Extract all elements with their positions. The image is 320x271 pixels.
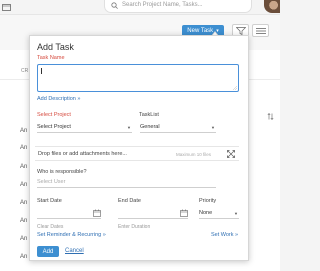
priority-select-value: None xyxy=(199,210,213,216)
list-item[interactable]: An xyxy=(20,164,27,170)
new-task-label: New Task xyxy=(187,28,214,34)
start-date-input[interactable] xyxy=(37,208,101,219)
priority-select[interactable]: None ▼ xyxy=(199,208,239,219)
set-work-link[interactable]: Set Work » xyxy=(211,232,238,238)
filter-icon xyxy=(236,27,246,35)
list-item[interactable]: An xyxy=(20,128,27,134)
tasklist-select[interactable]: General ▼ xyxy=(140,122,216,133)
start-date-label: Start Date xyxy=(37,198,62,204)
project-select-value: Select Project xyxy=(37,124,71,130)
search-box[interactable]: Search Project Name, Tasks... xyxy=(104,0,252,13)
list-view-icon xyxy=(256,28,266,34)
add-task-dialog: Add Task Task Name Add Description » Sel… xyxy=(29,35,249,261)
avatar[interactable] xyxy=(264,0,280,13)
dialog-title: Add Task xyxy=(37,42,74,52)
priority-label: Priority xyxy=(199,198,217,204)
list-item[interactable]: An xyxy=(20,182,27,188)
view-menu-button[interactable] xyxy=(252,24,269,37)
calendar-icon[interactable] xyxy=(93,209,101,217)
folder-icon[interactable] xyxy=(2,3,11,12)
tasklist-select-value: General xyxy=(140,124,160,130)
attachment-max: Maximum 10 files xyxy=(176,152,212,157)
list-item[interactable]: An xyxy=(20,145,27,151)
add-description-link[interactable]: Add Description » xyxy=(37,96,80,102)
end-date-input[interactable] xyxy=(118,208,188,219)
list-item[interactable]: An xyxy=(20,218,27,224)
list-item[interactable]: An xyxy=(20,254,27,260)
tasklist-label: TaskList xyxy=(139,112,159,118)
chevron-down-icon: ▼ xyxy=(211,125,215,130)
select-project-label: Select Project xyxy=(37,112,71,118)
cancel-link[interactable]: Cancel xyxy=(65,248,84,254)
attachment-text: Drop files or add attachments here... xyxy=(38,151,127,157)
list-item[interactable]: An xyxy=(20,200,27,206)
project-select[interactable]: Select Project ▼ xyxy=(37,122,132,133)
task-name-label: Task Name xyxy=(37,55,65,61)
calendar-icon[interactable] xyxy=(180,209,188,217)
column-label-left: CR xyxy=(21,68,29,74)
responsible-label: Who is responsible? xyxy=(37,169,87,175)
set-reminder-link[interactable]: Set Reminder & Recurring » xyxy=(37,232,106,238)
attachment-dropzone[interactable]: Drop files or add attachments here... Ma… xyxy=(35,146,239,161)
text-cursor xyxy=(41,68,42,74)
sort-icon[interactable] xyxy=(267,113,274,120)
search-placeholder: Search Project Name, Tasks... xyxy=(122,2,203,8)
responsible-placeholder: Select User xyxy=(37,179,66,185)
list-item[interactable]: An xyxy=(20,236,27,242)
chevron-down-icon: ▼ xyxy=(234,211,238,216)
add-button[interactable]: Add xyxy=(37,246,59,257)
end-date-label: End Date xyxy=(118,198,141,204)
chevron-down-icon: ▼ xyxy=(127,125,131,130)
clear-dates-link[interactable]: Clear Dates xyxy=(37,224,63,230)
responsible-user-input[interactable]: Select User xyxy=(37,177,216,188)
task-name-input[interactable] xyxy=(37,64,239,92)
enter-duration-link[interactable]: Enter Duration xyxy=(118,224,150,230)
search-icon xyxy=(111,2,118,9)
resize-handle[interactable] xyxy=(233,86,237,90)
expand-icon[interactable] xyxy=(227,150,235,158)
